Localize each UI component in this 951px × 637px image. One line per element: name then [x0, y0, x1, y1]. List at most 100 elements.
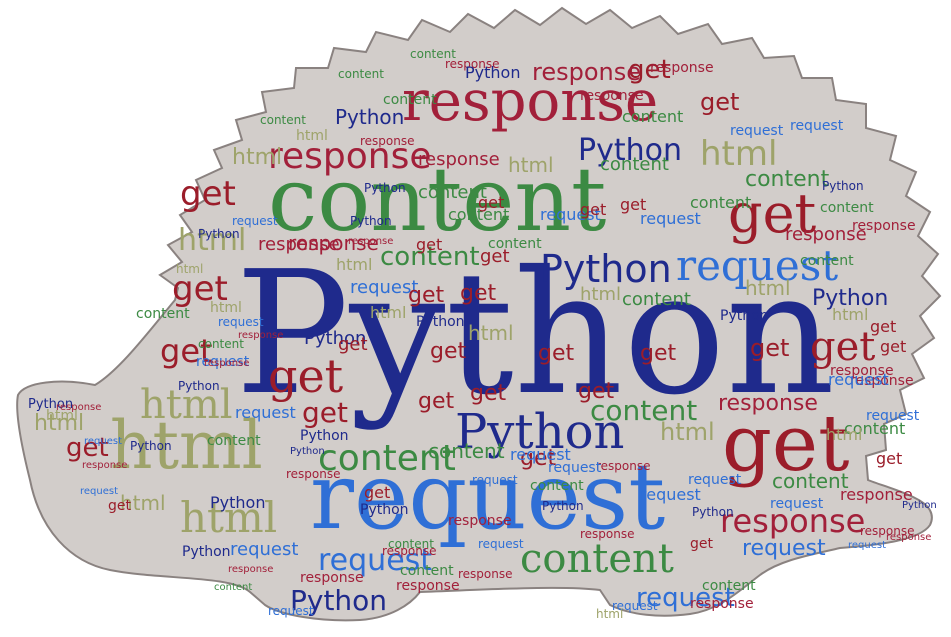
- hedgehog-word-cloud: Pythonrequestcontentresponsegethtml Pytho…: [16, 6, 942, 622]
- word-request-126: request: [848, 540, 886, 551]
- word-response-72: response: [418, 149, 500, 170]
- word-request-141: request: [478, 537, 524, 551]
- word-python-159: Python: [178, 379, 220, 393]
- word-html-102: html: [296, 128, 328, 144]
- word-get-86: get: [480, 246, 510, 267]
- word-python-172: Python: [290, 446, 325, 457]
- word-html-38: html: [660, 418, 715, 446]
- word-response-158: response: [238, 330, 283, 341]
- word-html-66: html: [580, 284, 621, 305]
- word-content-30: content: [745, 167, 830, 192]
- word-python-118: Python: [822, 179, 864, 193]
- word-html-93: html: [370, 303, 406, 322]
- word-content-166: content: [530, 478, 584, 494]
- word-python-154: Python: [130, 439, 172, 453]
- word-python-134: Python: [182, 544, 231, 560]
- word-content-34: content: [772, 469, 849, 493]
- word-get-169: get: [364, 483, 390, 502]
- word-content-117: content: [820, 200, 874, 216]
- word-python-163: Python: [350, 214, 392, 228]
- word-response-164: response: [348, 236, 393, 247]
- word-request-173: request: [770, 496, 824, 512]
- word-get-62: get: [418, 389, 455, 414]
- word-html-64: html: [468, 321, 514, 345]
- word-response-135: response: [228, 564, 273, 575]
- word-get-25: get: [180, 174, 236, 214]
- word-content-76: content: [622, 107, 683, 126]
- word-python-99: Python: [465, 63, 520, 82]
- word-python-80: Python: [720, 308, 769, 324]
- word-request-153: request: [84, 436, 122, 447]
- word-get-54: get: [408, 283, 445, 308]
- word-content-105: content: [410, 47, 456, 61]
- word-content-100: content: [383, 92, 437, 108]
- word-content-155: content: [136, 306, 190, 322]
- word-python-147: Python: [692, 505, 734, 519]
- word-html-39: html: [745, 276, 791, 300]
- word-content-69: content: [600, 154, 669, 175]
- word-content-127: content: [702, 578, 756, 594]
- word-request-49: request: [235, 403, 296, 422]
- word-content-68: content: [418, 182, 487, 203]
- word-python-81: Python: [300, 428, 349, 444]
- word-get-63: get: [460, 281, 497, 306]
- word-get-87: get: [478, 193, 504, 212]
- word-response-143: response: [580, 527, 635, 541]
- word-request-120: request: [828, 370, 889, 389]
- word-response-97: response: [650, 60, 714, 76]
- word-python-52: Python: [210, 493, 265, 512]
- word-get-60: get: [470, 381, 507, 406]
- word-response-138: response: [300, 570, 364, 586]
- word-get-90: get: [416, 235, 442, 254]
- word-get-13: get: [268, 349, 344, 403]
- word-request-95: request: [790, 118, 844, 134]
- word-content-51: content: [207, 433, 261, 449]
- word-get-123: get: [880, 337, 906, 356]
- word-python-167: Python: [542, 499, 584, 513]
- word-python-108: Python: [198, 227, 240, 241]
- word-get-88: get: [580, 200, 606, 219]
- word-content-103: content: [260, 113, 306, 127]
- word-response-96: response: [580, 88, 644, 104]
- word-request-157: request: [218, 315, 264, 329]
- word-html-44: html: [232, 145, 282, 170]
- word-response-162: response: [204, 358, 249, 369]
- word-response-142: response: [458, 567, 513, 581]
- word-get-55: get: [430, 339, 467, 364]
- word-response-119: response: [852, 218, 916, 234]
- word-get-57: get: [578, 379, 615, 404]
- word-response-42: response: [532, 58, 641, 86]
- word-python-83: Python: [416, 314, 465, 330]
- word-html-156: html: [210, 300, 242, 316]
- word-get-58: get: [640, 341, 677, 366]
- word-request-114: request: [866, 408, 920, 424]
- word-request-53: request: [230, 539, 298, 560]
- word-request-107: request: [232, 214, 278, 228]
- word-get-29: get: [302, 396, 348, 429]
- word-get-89: get: [620, 195, 646, 214]
- word-request-94: request: [730, 123, 784, 139]
- word-html-116: html: [826, 425, 862, 444]
- word-response-125: response: [886, 532, 931, 543]
- word-content-10: content: [520, 536, 674, 582]
- word-get-148: get: [108, 498, 132, 514]
- word-python-104: Python: [364, 181, 406, 195]
- word-content-161: content: [198, 337, 244, 351]
- word-request-35: request: [742, 536, 826, 561]
- word-html-130: html: [596, 607, 623, 621]
- word-request-150: request: [80, 486, 118, 497]
- word-response-140: response: [448, 513, 512, 529]
- word-content-36: content: [622, 289, 691, 310]
- word-get-122: get: [870, 317, 896, 336]
- word-content-136: content: [214, 582, 252, 593]
- word-content-67: content: [428, 439, 505, 463]
- word-request-137: request: [268, 604, 314, 618]
- word-html-65: html: [508, 153, 554, 177]
- word-content-170: content: [388, 537, 434, 551]
- word-request-146: request: [688, 472, 742, 488]
- word-html-92: html: [336, 255, 372, 274]
- word-response-145: response: [596, 459, 651, 473]
- word-response-128: response: [690, 596, 754, 612]
- word-response-31: response: [718, 391, 818, 416]
- word-request-165: request: [548, 460, 602, 476]
